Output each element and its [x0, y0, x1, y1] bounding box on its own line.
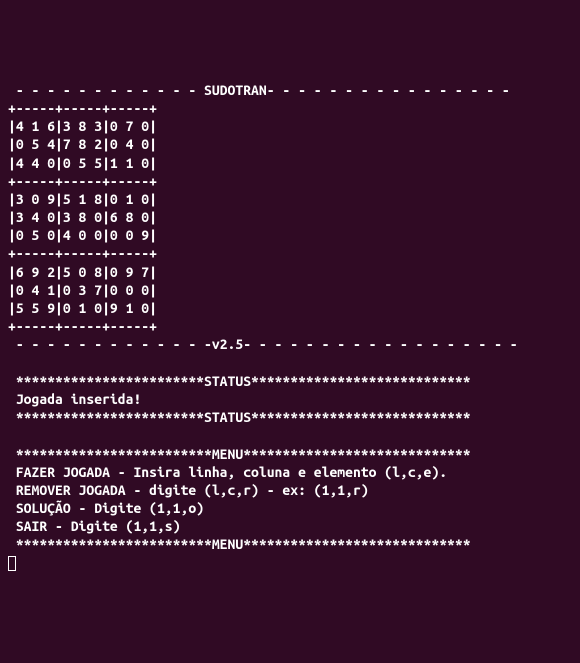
status-message: Jogada inserida!: [8, 391, 141, 407]
grid-row: |4 4 0|0 5 5|1 1 0|: [8, 155, 157, 171]
menu-item-remove: REMOVER JOGADA - digite (l,c,r) - ex: (1…: [8, 482, 369, 498]
grid-separator: +-----+-----+-----+: [8, 318, 157, 334]
grid-row: |5 5 9|0 1 0|9 1 0|: [8, 300, 157, 316]
version-line: - - - - - - - - - - - - -v2.5- - - - - -…: [8, 336, 518, 352]
status-separator: ************************STATUS**********…: [8, 373, 471, 389]
menu-item-solution: SOLUÇÃO - Digite (1,1,o): [8, 500, 204, 516]
grid-row: |6 9 2|5 0 8|0 9 7|: [8, 264, 157, 280]
menu-separator: *************************MENU***********…: [8, 536, 471, 552]
grid-row: |0 4 1|0 3 7|0 0 0|: [8, 282, 157, 298]
grid-row: |3 0 9|5 1 8|0 1 0|: [8, 191, 157, 207]
grid-row: |0 5 4|7 8 2|0 4 0|: [8, 136, 157, 152]
cursor-icon[interactable]: [8, 556, 16, 571]
grid-separator: +-----+-----+-----+: [8, 100, 157, 116]
grid-row: |3 4 0|3 8 0|6 8 0|: [8, 209, 157, 225]
menu-separator: *************************MENU***********…: [8, 446, 471, 462]
status-separator: ************************STATUS**********…: [8, 409, 471, 425]
grid-separator: +-----+-----+-----+: [8, 245, 157, 261]
grid-row: |4 1 6|3 8 3|0 7 0|: [8, 118, 157, 134]
grid-row: |0 5 0|4 0 0|0 0 9|: [8, 227, 157, 243]
grid-separator: +-----+-----+-----+: [8, 173, 157, 189]
header-line: - - - - - - - - - - - - SUDOTRAN- - - - …: [8, 82, 510, 98]
terminal-output: - - - - - - - - - - - - SUDOTRAN- - - - …: [8, 81, 572, 572]
menu-item-play: FAZER JOGADA - Insira linha, coluna e el…: [8, 464, 447, 480]
menu-item-exit: SAIR - Digite (1,1,s): [8, 518, 180, 534]
